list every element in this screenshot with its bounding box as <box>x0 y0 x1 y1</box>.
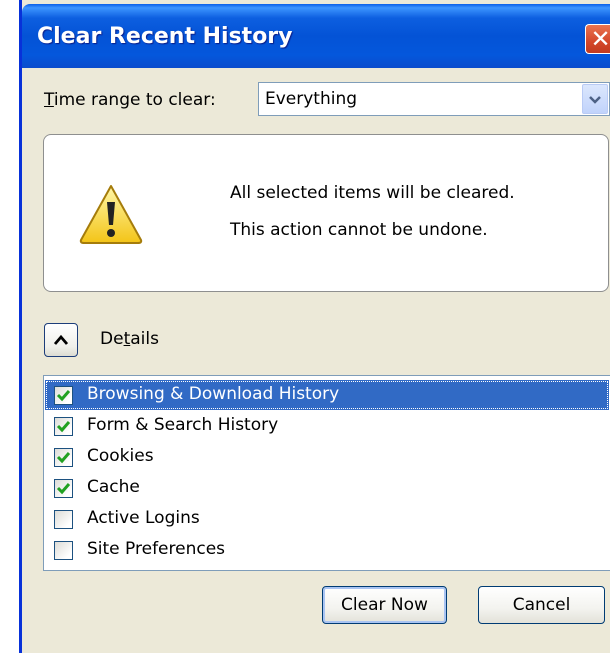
time-range-select[interactable]: Everything <box>258 82 610 116</box>
list-item-cookies[interactable]: Cookies <box>45 442 609 472</box>
list-item-active-logins[interactable]: Active Logins <box>45 504 609 534</box>
checkbox[interactable] <box>54 479 73 498</box>
title-bar[interactable]: Clear Recent History ✕ <box>22 4 610 68</box>
close-icon: ✕ <box>590 25 610 53</box>
checkmark-icon <box>56 390 71 402</box>
warning-text-line1: All selected items will be cleared. <box>230 183 515 203</box>
details-label: Details <box>100 329 159 349</box>
warning-text-line2: This action cannot be undone. <box>230 220 488 240</box>
list-item-browsing-download-history[interactable]: Browsing & Download History <box>45 380 609 410</box>
list-item-cache[interactable]: Cache <box>45 473 609 503</box>
warning-panel: All selected items will be cleared. This… <box>43 134 609 292</box>
close-button[interactable]: ✕ <box>585 24 610 54</box>
list-item-label: Cookies <box>87 446 154 466</box>
checkmark-icon <box>56 421 71 433</box>
checkbox[interactable] <box>54 386 73 405</box>
cancel-button[interactable]: Cancel <box>478 586 605 624</box>
window-title: Clear Recent History <box>37 24 293 49</box>
checkbox[interactable] <box>54 417 73 436</box>
list-item-label: Cache <box>87 477 140 497</box>
list-item-label: Form & Search History <box>87 415 279 435</box>
checkmark-icon <box>56 452 71 464</box>
time-range-label: Time range to clear: <box>44 90 216 110</box>
list-item-label: Browsing & Download History <box>87 384 340 404</box>
checkbox[interactable] <box>54 510 73 529</box>
chevron-up-icon <box>53 334 69 345</box>
list-item-form-search-history[interactable]: Form & Search History <box>45 411 609 441</box>
chevron-down-icon[interactable] <box>582 84 608 114</box>
dialog-window: Clear Recent History ✕ Time range to cle… <box>19 0 610 653</box>
checkbox[interactable] <box>54 541 73 560</box>
checkmark-icon <box>56 483 71 495</box>
list-item-label: Site Preferences <box>87 539 226 559</box>
details-toggle-button[interactable] <box>44 323 78 357</box>
clear-now-button[interactable]: Clear Now <box>322 586 447 624</box>
clear-items-list: Browsing & Download History Form & Searc… <box>43 375 610 571</box>
checkbox[interactable] <box>54 448 73 467</box>
warning-icon <box>78 183 144 250</box>
list-item-label: Active Logins <box>87 508 200 528</box>
time-range-value: Everything <box>265 89 358 109</box>
list-item-site-preferences[interactable]: Site Preferences <box>45 535 609 565</box>
